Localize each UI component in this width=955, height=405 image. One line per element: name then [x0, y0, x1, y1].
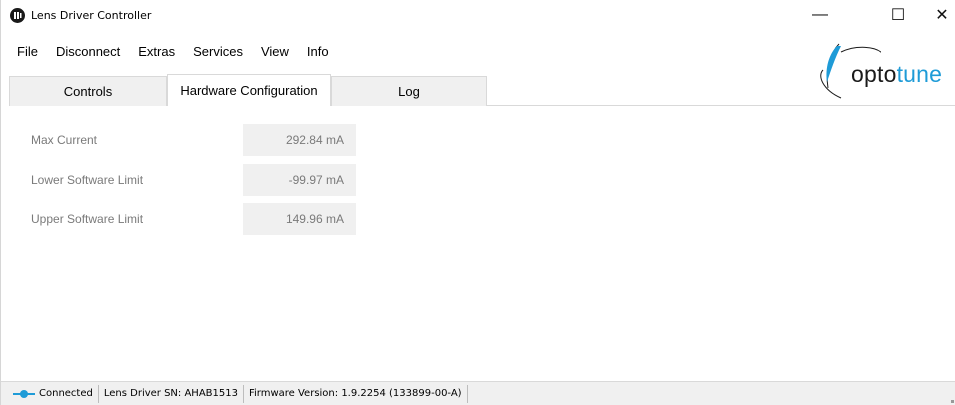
connection-status-text: Connected — [39, 388, 93, 399]
status-bar: Connected Lens Driver SN: AHAB1513 Firmw… — [1, 381, 955, 405]
upper-software-limit-row: Upper Software Limit 149.96 mA — [9, 203, 409, 235]
lower-software-limit-row: Lower Software Limit -99.97 mA — [9, 164, 409, 196]
maximize-button[interactable]: ☐ — [875, 0, 921, 30]
max-current-label: Max Current — [31, 133, 98, 147]
menu-disconnect[interactable]: Disconnect — [47, 40, 129, 62]
upper-software-limit-value: 149.96 mA — [243, 203, 356, 235]
tab-controls[interactable]: Controls — [9, 76, 167, 106]
max-current-value: 292.84 mA — [243, 124, 356, 156]
hardware-config-panel: Max Current 292.84 mA Lower Software Lim… — [9, 106, 955, 381]
lens-app-icon — [10, 8, 25, 23]
tab-strip: Controls Hardware Configuration Log — [9, 74, 955, 106]
serial-number: Lens Driver SN: AHAB1513 — [99, 384, 244, 403]
resize-grip[interactable] — [951, 400, 954, 403]
upper-software-limit-label: Upper Software Limit — [31, 212, 144, 226]
lower-software-limit-value: -99.97 mA — [243, 164, 356, 196]
max-current-row: Max Current 292.84 mA — [9, 124, 409, 156]
menu-file[interactable]: File — [1, 40, 47, 62]
menu-bar: File Disconnect Extras Services View Inf… — [1, 40, 338, 62]
title-bar[interactable]: Lens Driver Controller — ☐ ✕ — [1, 0, 955, 30]
menu-view[interactable]: View — [252, 40, 298, 62]
connection-status: Connected — [1, 384, 99, 403]
app-window: Lens Driver Controller — ☐ ✕ File Discon… — [0, 0, 955, 405]
lower-software-limit-label: Lower Software Limit — [31, 173, 144, 187]
menu-extras[interactable]: Extras — [129, 40, 184, 62]
connected-plug-icon — [13, 389, 35, 398]
window-title: Lens Driver Controller — [31, 9, 152, 22]
tab-log[interactable]: Log — [331, 76, 487, 106]
close-button[interactable]: ✕ — [919, 0, 955, 30]
tab-hardware-configuration[interactable]: Hardware Configuration — [167, 74, 331, 106]
firmware-version: Firmware Version: 1.9.2254 (133899-00-A) — [244, 384, 468, 403]
menu-info[interactable]: Info — [298, 40, 338, 62]
minimize-button[interactable]: — — [797, 0, 843, 30]
menu-services[interactable]: Services — [184, 40, 252, 62]
